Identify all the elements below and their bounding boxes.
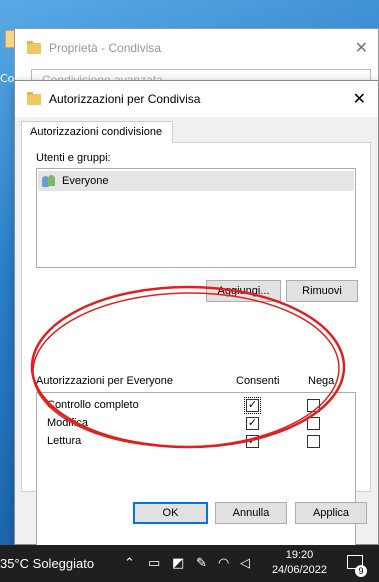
notification-badge: 9 — [355, 565, 367, 577]
list-item[interactable]: Everyone — [38, 171, 354, 191]
cancel-button[interactable]: Annulla — [215, 502, 287, 524]
security-icon[interactable]: ◩ — [172, 555, 184, 571]
desktop-icon-label: Co — [0, 72, 15, 85]
network-icon[interactable]: ▭ — [148, 555, 160, 571]
tab-panel: Utenti e gruppi: Everyone Aggiungi... Ri… — [21, 142, 371, 546]
permission-name: Lettura — [47, 435, 82, 447]
permission-name: Controllo completo — [47, 399, 139, 411]
volume-icon[interactable]: ◁ — [240, 555, 250, 571]
properties-title: Proprietà - Condivisa — [49, 41, 162, 55]
table-row: Controllo completo ✓ — [37, 397, 355, 415]
folder-icon — [27, 91, 41, 105]
apply-button[interactable]: Applica — [295, 502, 367, 524]
close-icon[interactable]: ✕ — [353, 89, 366, 109]
allow-checkbox-full-control[interactable]: ✓ — [244, 397, 261, 414]
table-row: Lettura ✓ — [37, 433, 355, 451]
pen-icon[interactable]: ✎ — [196, 555, 207, 571]
dialog-titlebar: Autorizzazioni per Condivisa ✕ — [15, 81, 378, 117]
user-name: Everyone — [62, 175, 109, 187]
chevron-up-icon[interactable]: ⌃ — [124, 555, 135, 571]
dialog-title: Autorizzazioni per Condivisa — [49, 92, 201, 106]
taskbar: 35°C Soleggiato ⌃ ▭ ◩ ✎ ◠ ◁ 19:20 24/06/… — [0, 545, 379, 582]
table-row: Modifica ✓ — [37, 415, 355, 433]
remove-button[interactable]: Rimuovi — [286, 280, 358, 302]
wifi-icon[interactable]: ◠ — [218, 555, 229, 571]
properties-titlebar: Proprietà - Condivisa ✕ — [15, 29, 378, 67]
allow-checkbox-read[interactable]: ✓ — [246, 435, 259, 448]
add-button[interactable]: Aggiungi... — [206, 280, 281, 302]
clock[interactable]: 19:20 24/06/2022 — [272, 548, 327, 578]
weather-widget[interactable]: 35°C Soleggiato — [0, 556, 94, 571]
allow-checkbox-modify[interactable]: ✓ — [246, 417, 259, 430]
deny-checkbox-full-control[interactable] — [307, 399, 320, 412]
group-users-icon — [42, 175, 58, 187]
permissions-dialog: Autorizzazioni per Condivisa ✕ Autorizza… — [14, 80, 379, 546]
allow-header: Consenti — [236, 375, 280, 387]
close-icon[interactable]: ✕ — [355, 38, 368, 58]
users-list[interactable]: Everyone — [36, 168, 356, 268]
ok-button[interactable]: OK — [133, 502, 208, 524]
permissions-header: Autorizzazioni per Everyone — [36, 375, 173, 387]
deny-checkbox-read[interactable] — [307, 435, 320, 448]
folder-icon — [27, 40, 41, 54]
deny-checkbox-modify[interactable] — [307, 417, 320, 430]
clock-date: 24/06/2022 — [271, 564, 327, 576]
clock-time: 19:20 — [285, 549, 314, 561]
users-groups-label: Utenti e gruppi: — [36, 152, 111, 164]
deny-header: Nega — [308, 375, 335, 387]
tab-share-permissions[interactable]: Autorizzazioni condivisione — [21, 121, 173, 143]
permission-name: Modifica — [47, 417, 88, 429]
